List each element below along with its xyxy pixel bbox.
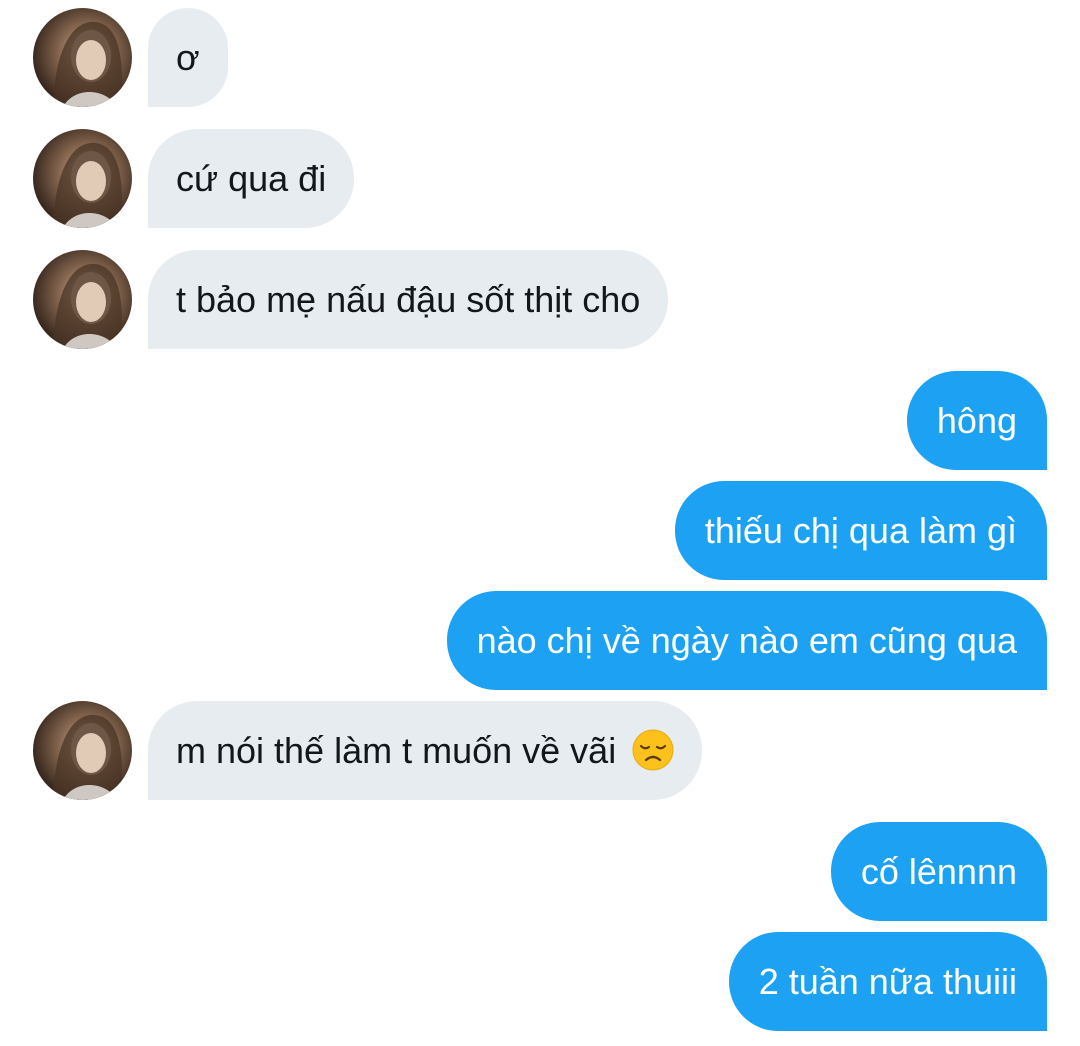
message-text: m nói thế làm t muốn về vãi <box>176 730 617 771</box>
profile-photo-icon <box>53 21 123 107</box>
message-text: cố lênnnn <box>860 851 1017 892</box>
profile-photo-icon <box>53 142 123 228</box>
incoming-message-bubble[interactable]: cứ qua đi <box>148 129 355 228</box>
message-text: t bảo mẹ nấu đậu sốt thịt cho <box>176 279 641 320</box>
message-text: ơ <box>176 37 200 78</box>
outgoing-message-bubble[interactable]: nào chị về ngày nào em cũng qua <box>446 591 1047 690</box>
disappointed-face-icon <box>632 729 674 771</box>
contact-avatar[interactable] <box>33 250 132 349</box>
incoming-message-bubble[interactable]: t bảo mẹ nấu đậu sốt thịt cho <box>148 250 669 349</box>
incoming-message-bubble[interactable]: ơ <box>148 8 228 107</box>
message-text: cứ qua đi <box>176 158 327 199</box>
outgoing-message-bubble[interactable]: hông <box>906 371 1047 470</box>
message-text: nào chị về ngày nào em cũng qua <box>476 620 1017 661</box>
profile-photo-icon <box>53 714 123 800</box>
message-text: thiếu chị qua làm gì <box>704 510 1017 551</box>
outgoing-message-bubble[interactable]: 2 tuần nữa thuiii <box>728 932 1047 1031</box>
outgoing-message-bubble[interactable]: thiếu chị qua làm gì <box>674 481 1047 580</box>
contact-avatar[interactable] <box>33 8 132 107</box>
outgoing-message-bubble[interactable]: cố lênnnn <box>830 822 1047 921</box>
message-text: 2 tuần nữa thuiii <box>758 961 1017 1002</box>
contact-avatar[interactable] <box>33 129 132 228</box>
profile-photo-icon <box>53 263 123 349</box>
incoming-message-bubble[interactable]: m nói thế làm t muốn về vãi <box>148 701 703 800</box>
contact-avatar[interactable] <box>33 701 132 800</box>
message-text: hông <box>936 400 1017 441</box>
